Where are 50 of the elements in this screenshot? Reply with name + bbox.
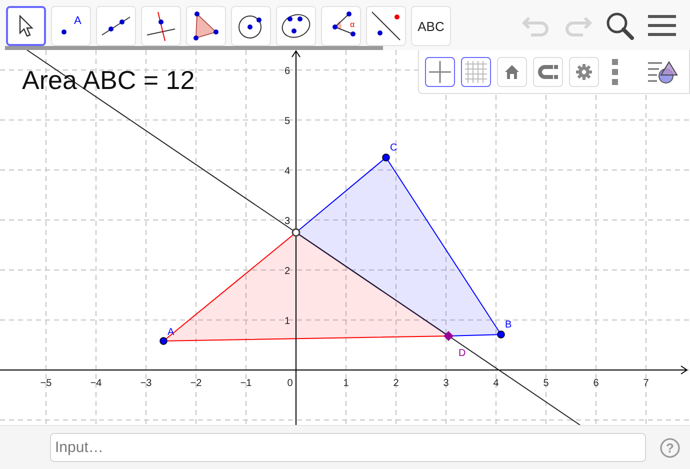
tick-label: 2	[393, 378, 399, 389]
tick-label: 6	[593, 378, 599, 389]
magnet-button[interactable]	[533, 56, 563, 86]
cursor-arrow-icon	[18, 15, 34, 37]
tick-label: 4	[493, 378, 499, 389]
tick-label: 1	[343, 378, 349, 389]
tick-label: −4	[90, 378, 102, 389]
tick-label: 5	[284, 116, 290, 127]
tick-label: 3	[284, 216, 290, 227]
reflection-icon	[370, 10, 402, 42]
home-icon	[504, 64, 520, 80]
tick-label: 3	[443, 378, 449, 389]
tick-label: −1	[240, 378, 252, 389]
views-icon	[646, 58, 680, 84]
ellipse-icon	[280, 11, 312, 41]
area-text: Area ABC = 12	[22, 65, 195, 96]
perpendicular-line-icon	[145, 10, 177, 42]
tool-button[interactable]: ABC	[411, 6, 451, 46]
tool-button[interactable]: A	[51, 6, 91, 46]
point-label: A	[168, 327, 174, 338]
redo-icon	[563, 14, 593, 38]
tick-label: 5	[543, 378, 549, 389]
more-icon	[612, 58, 618, 84]
triangle-icon	[192, 10, 220, 42]
point-label: D	[458, 348, 466, 359]
grid-icon	[464, 60, 488, 84]
tick-label: −5	[40, 378, 52, 389]
input-field[interactable]: Input…	[50, 433, 646, 462]
tick-label: −2	[190, 378, 202, 389]
magnet-icon	[537, 64, 559, 80]
settings-button[interactable]	[569, 56, 599, 86]
tick-label: 2	[284, 266, 290, 277]
axes-icon	[428, 60, 452, 84]
undo-icon	[521, 14, 551, 38]
intersection-point	[292, 228, 300, 237]
axes-button[interactable]	[425, 56, 455, 86]
home-button[interactable]	[497, 56, 527, 86]
tick-label: 6	[284, 66, 290, 77]
tick-label: 4	[284, 166, 290, 177]
tool-button[interactable]	[6, 6, 46, 46]
tick-label: 0	[287, 378, 293, 389]
tick-label: −3	[140, 378, 152, 389]
menu-icon	[648, 15, 676, 37]
tick-label: 7	[643, 378, 649, 389]
tick-label: 1	[284, 316, 290, 327]
tool-text-label: ABC	[418, 18, 444, 34]
grid-button[interactable]	[461, 56, 491, 86]
point-label: C	[390, 142, 398, 154]
point-label: B	[505, 320, 512, 330]
search-icon	[605, 11, 635, 41]
